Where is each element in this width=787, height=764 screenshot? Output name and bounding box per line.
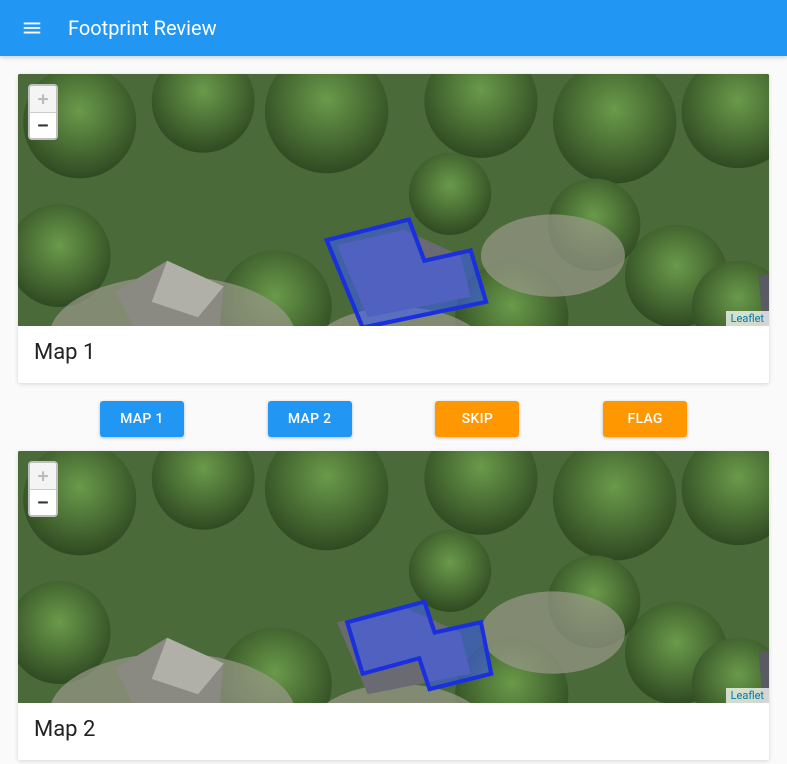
zoom-controls-1: + − bbox=[28, 84, 58, 140]
aerial-image-2 bbox=[18, 451, 769, 703]
action-button-row: MAP 1 MAP 2 SKIP FLAG bbox=[18, 397, 769, 451]
flag-button[interactable]: FLAG bbox=[603, 401, 687, 437]
map-pane-1[interactable]: + − Leaflet bbox=[18, 74, 769, 326]
map-attribution-2[interactable]: Leaflet bbox=[726, 688, 769, 703]
zoom-out-button-1[interactable]: − bbox=[30, 112, 56, 138]
map-attribution-1[interactable]: Leaflet bbox=[726, 311, 769, 326]
skip-button[interactable]: SKIP bbox=[435, 401, 519, 437]
content-viewport[interactable]: + − Leaflet Map 1 MAP 1 MAP 2 SKIP FLAG bbox=[0, 56, 787, 764]
map-label-1: Map 1 bbox=[18, 326, 769, 383]
aerial-image-1 bbox=[18, 74, 769, 326]
zoom-controls-2: + − bbox=[28, 461, 58, 517]
hamburger-icon bbox=[21, 17, 43, 39]
map2-button[interactable]: MAP 2 bbox=[268, 401, 352, 437]
map-card-2: + − Leaflet Map 2 bbox=[18, 451, 769, 760]
zoom-in-button-1[interactable]: + bbox=[30, 86, 56, 112]
menu-button[interactable] bbox=[12, 8, 52, 48]
map-card-1: + − Leaflet Map 1 bbox=[18, 74, 769, 383]
zoom-out-button-2[interactable]: − bbox=[30, 489, 56, 515]
map-pane-2[interactable]: + − Leaflet bbox=[18, 451, 769, 703]
zoom-in-button-2[interactable]: + bbox=[30, 463, 56, 489]
app-bar: Footprint Review bbox=[0, 0, 787, 56]
map1-button[interactable]: MAP 1 bbox=[100, 401, 184, 437]
app-title: Footprint Review bbox=[68, 16, 217, 40]
map-label-2: Map 2 bbox=[18, 703, 769, 760]
